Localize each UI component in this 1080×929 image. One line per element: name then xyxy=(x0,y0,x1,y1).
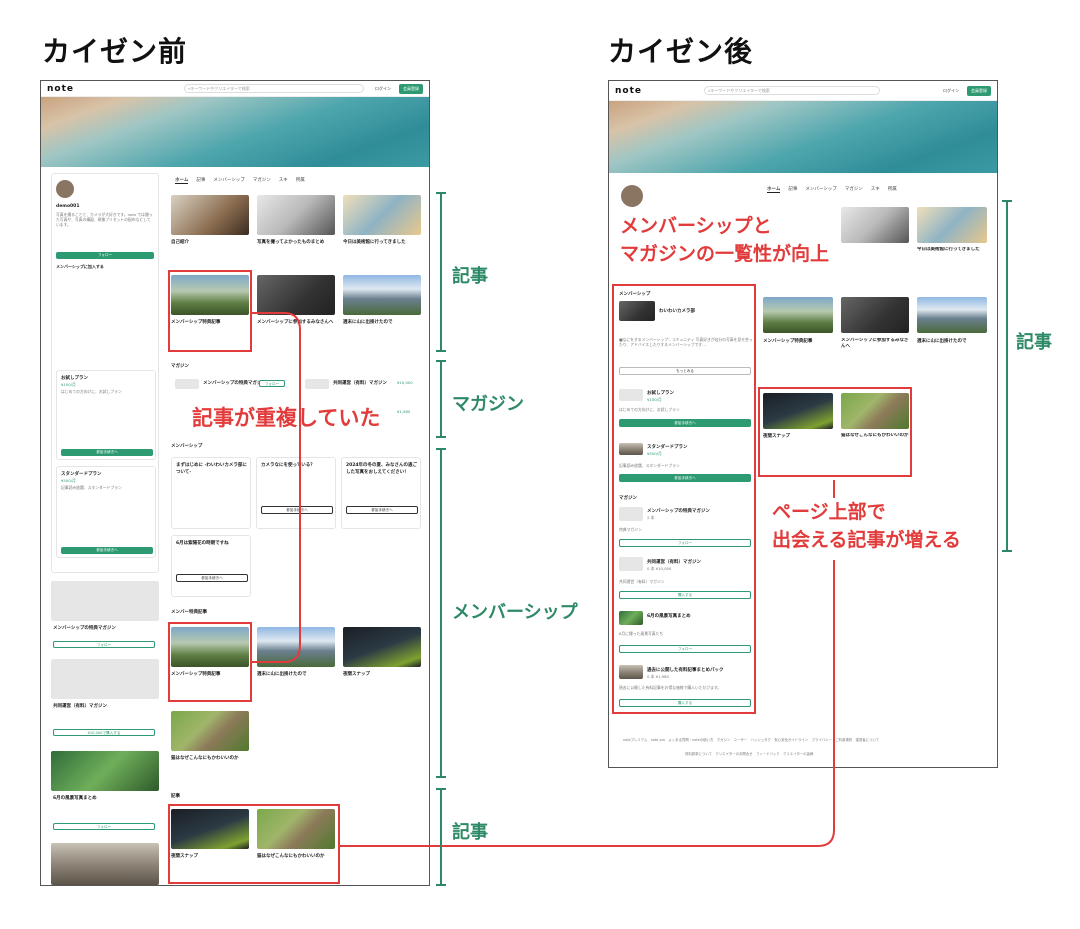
duplicate-connector xyxy=(252,312,301,663)
bracket-label-articles: 記事 xyxy=(452,266,488,287)
bracket-label-magazine: マガジン xyxy=(452,394,524,415)
connector-lines xyxy=(252,312,835,847)
bracket-articles-right xyxy=(1002,200,1016,552)
bracket-magazine xyxy=(436,360,450,438)
moved-articles-connector xyxy=(340,560,835,847)
bracket-label-articles-right: 記事 xyxy=(1016,332,1052,353)
bracket-membership xyxy=(436,448,450,778)
bracket-articles-top xyxy=(436,192,450,352)
bracket-label-membership: メンバーシップ xyxy=(452,602,578,623)
bracket-articles-bottom xyxy=(436,788,450,886)
bracket-label-articles-bottom: 記事 xyxy=(452,822,488,843)
